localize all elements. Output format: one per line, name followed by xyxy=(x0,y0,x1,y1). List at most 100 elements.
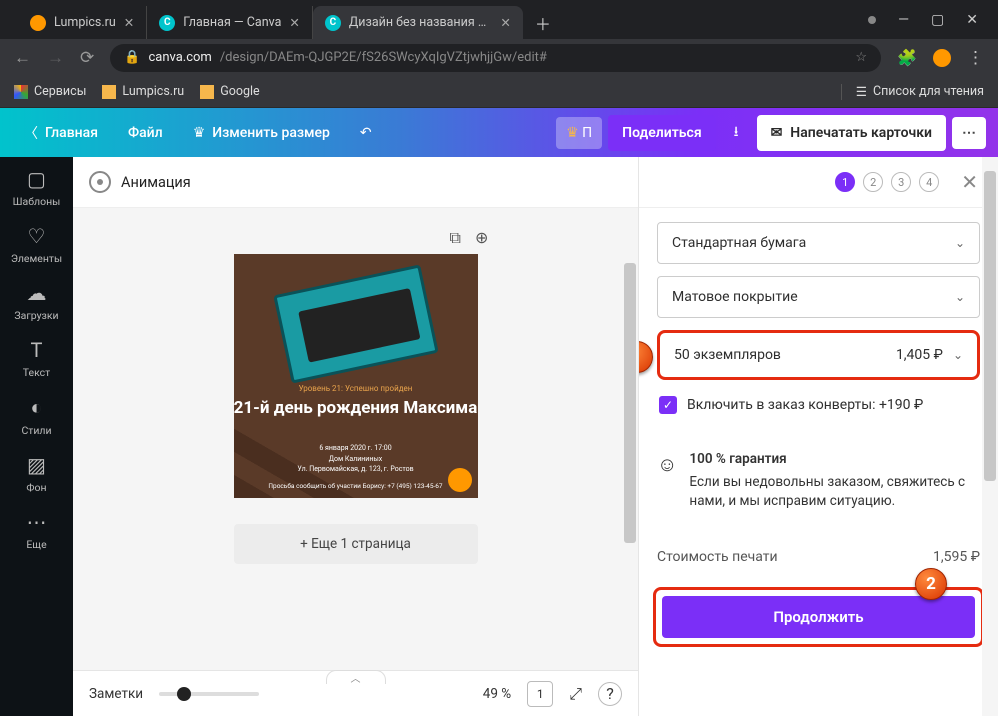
bookmark-google[interactable]: Google xyxy=(200,84,259,99)
animation-label[interactable]: Анимация xyxy=(121,174,191,191)
styles-icon: ◐ xyxy=(30,395,42,420)
elements-icon: ♡ xyxy=(28,224,46,248)
notes-button[interactable]: Заметки xyxy=(89,686,143,702)
menu-icon[interactable]: ⋮ xyxy=(967,48,984,68)
page-tools: ⧉ ⊕ xyxy=(450,228,489,248)
tab-favicon: C xyxy=(159,15,175,31)
canvas-area[interactable]: ⧉ ⊕ Уровень 21: Успешно пройден 21-й ден… xyxy=(73,208,638,670)
envelopes-checkbox[interactable]: ✓ xyxy=(659,396,677,414)
browser-tab-strip: Lumpics.ru ✕ C Главная — Canva ✕ C Дизай… xyxy=(0,0,998,39)
help-icon[interactable]: ? xyxy=(598,682,622,706)
bookmark-lumpics[interactable]: Lumpics.ru xyxy=(102,84,184,99)
add-page-button[interactable]: + Еще 1 страница xyxy=(234,524,478,564)
tab-favicon: C xyxy=(325,15,341,31)
animation-icon[interactable] xyxy=(89,171,111,193)
close-window-icon[interactable]: ✕ xyxy=(966,12,978,28)
apps-icon xyxy=(14,85,28,99)
reload-icon[interactable]: ⟳ xyxy=(80,48,94,68)
gamepad-graphic xyxy=(273,264,438,383)
design-rsvp-text: Просьба сообщить об участии Борису: +7 (… xyxy=(234,482,478,490)
address-bar[interactable]: 🔒 canva.com/design/DAEm-QJGP2E/fS26SWcyX… xyxy=(110,44,881,72)
print-panel: 1 2 3 4 ✕ Стандартная бумага⌄ Матовое по… xyxy=(638,157,998,716)
star-icon[interactable]: ☆ xyxy=(855,50,867,65)
try-pro-button[interactable]: ♛ П xyxy=(556,117,602,149)
add-page-icon[interactable]: ⊕ xyxy=(475,228,488,248)
page-count-button[interactable]: 1 xyxy=(527,681,553,707)
avatar-icon[interactable] xyxy=(933,49,951,67)
tab-favicon xyxy=(30,15,46,31)
new-tab-button[interactable]: ＋ xyxy=(523,6,563,39)
context-toolbar: Анимация xyxy=(73,157,638,208)
folder-icon xyxy=(200,85,214,99)
editor-footer: ︿ Заметки 49 % 1 ⤢ ? xyxy=(73,670,638,716)
canvas-scrollbar[interactable] xyxy=(622,259,638,670)
zoom-slider-knob[interactable] xyxy=(177,687,191,701)
zoom-value[interactable]: 49 % xyxy=(483,686,511,702)
annotation-marker-1: 1 xyxy=(639,341,653,373)
close-icon[interactable]: ✕ xyxy=(124,15,134,31)
home-button[interactable]: 〈Главная xyxy=(12,115,110,151)
forward-icon[interactable]: → xyxy=(47,48,64,68)
continue-button[interactable]: Продолжить xyxy=(662,596,975,638)
design-page[interactable]: Уровень 21: Успешно пройден 21-й день ро… xyxy=(234,254,478,498)
maximize-icon[interactable]: ▢ xyxy=(931,12,944,28)
zoom-slider[interactable] xyxy=(159,692,259,696)
chevron-left-icon: 〈 xyxy=(24,123,38,143)
envelope-icon: ✉ xyxy=(771,125,783,141)
paper-type-dropdown[interactable]: Стандартная бумага⌄ xyxy=(657,222,980,264)
browser-tab-active[interactable]: C Дизайн без названия — Пригл ✕ xyxy=(313,6,523,39)
step-4[interactable]: 4 xyxy=(919,172,939,192)
sidebar-elements[interactable]: ♡Элементы xyxy=(11,224,62,265)
step-3[interactable]: 3 xyxy=(891,172,911,192)
print-panel-header: 1 2 3 4 ✕ xyxy=(639,157,998,208)
browser-tab[interactable]: Lumpics.ru ✕ xyxy=(18,6,147,39)
print-cost-row: Стоимость печати 1,595 ₽ xyxy=(657,543,980,571)
envelopes-checkbox-row[interactable]: ✓ Включить в заказ конверты: +190 ₽ xyxy=(657,392,980,418)
guarantee-block: ☺ 100 % гарантия Если вы недовольны зака… xyxy=(657,450,980,511)
sidebar-uploads[interactable]: ☁Загрузки xyxy=(14,281,58,322)
share-button[interactable]: Поделиться xyxy=(608,115,715,151)
crown-icon: ♛ xyxy=(193,125,206,141)
sidebar-text[interactable]: TТекст xyxy=(23,338,50,379)
design-level-text: Уровень 21: Успешно пройден xyxy=(234,384,478,393)
user-icon[interactable] xyxy=(868,16,876,24)
quantity-dropdown[interactable]: 1 50 экземпляров 1,405 ₽⌄ xyxy=(657,330,980,380)
extensions-icon[interactable]: 🧩 xyxy=(897,48,917,67)
step-2[interactable]: 2 xyxy=(863,172,883,192)
design-address-text: Ул. Первомайская, д. 123, г. Ростов xyxy=(234,465,478,473)
coating-dropdown[interactable]: Матовое покрытие⌄ xyxy=(657,276,980,318)
window-controls: — ▢ ✕ xyxy=(848,0,998,39)
close-icon[interactable]: ✕ xyxy=(500,15,510,31)
download-button[interactable]: ⭳ xyxy=(722,111,751,155)
close-icon[interactable]: ✕ xyxy=(289,15,299,31)
design-title-text: 21-й день рождения Максима xyxy=(234,399,478,419)
undo-icon: ↶ xyxy=(360,125,372,141)
lock-icon: 🔒 xyxy=(124,50,140,65)
close-panel-icon[interactable]: ✕ xyxy=(961,170,978,194)
print-cards-button[interactable]: ✉Напечатать карточки xyxy=(757,115,946,151)
print-cost-value: 1,595 ₽ xyxy=(933,549,980,565)
footer-expand-handle[interactable]: ︿ xyxy=(326,670,386,684)
undo-button[interactable]: ↶ xyxy=(348,117,384,149)
canva-toolbar: 〈Главная Файл ♛Изменить размер ↶ ♛ П Под… xyxy=(0,108,998,157)
bookmark-services[interactable]: Сервисы xyxy=(14,84,86,99)
smile-icon: ☺ xyxy=(657,450,677,511)
back-icon[interactable]: ← xyxy=(14,48,31,68)
panel-scrollbar[interactable] xyxy=(982,157,998,716)
sidebar-more[interactable]: ⋯Еще xyxy=(26,510,46,551)
browser-tab[interactable]: C Главная — Canva ✕ xyxy=(147,6,313,39)
minimize-icon[interactable]: — xyxy=(898,12,909,28)
reading-list-button[interactable]: ☰Список для чтения xyxy=(841,84,984,100)
duplicate-icon[interactable]: ⧉ xyxy=(450,228,461,248)
more-button[interactable]: ⋯ xyxy=(952,117,986,149)
step-indicator: 1 2 3 4 xyxy=(835,172,939,192)
guarantee-body: Если вы недовольны заказом, свяжитесь с … xyxy=(689,473,980,511)
fullscreen-icon[interactable]: ⤢ xyxy=(569,684,582,704)
resize-button[interactable]: ♛Изменить размер xyxy=(181,117,342,149)
sidebar-templates[interactable]: ▢Шаблоны xyxy=(13,167,61,208)
sidebar-background[interactable]: ▨Фон xyxy=(26,453,46,494)
crown-icon: ♛ xyxy=(566,125,579,141)
sidebar-styles[interactable]: ◐Стили xyxy=(21,395,51,437)
step-1[interactable]: 1 xyxy=(835,172,855,192)
file-button[interactable]: Файл xyxy=(116,117,175,149)
